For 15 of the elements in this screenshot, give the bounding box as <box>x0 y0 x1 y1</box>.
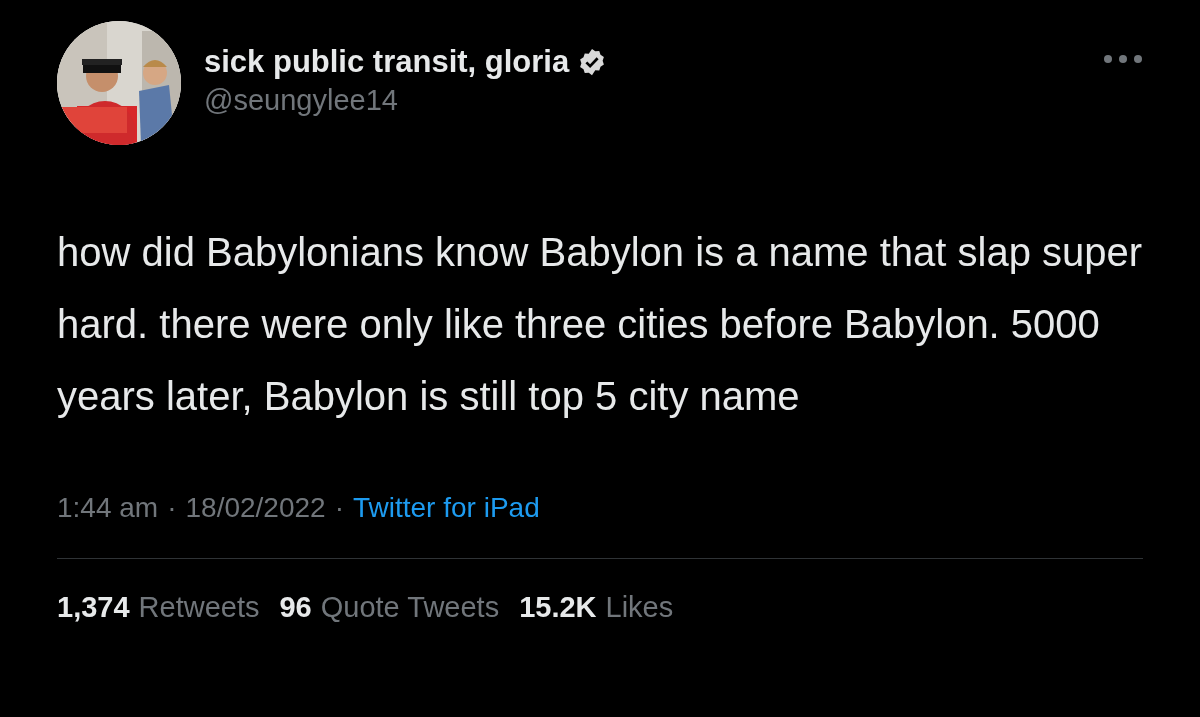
separator-dot: · <box>334 492 344 524</box>
more-options-icon[interactable] <box>1103 54 1143 64</box>
stat-count[interactable]: 96 <box>279 591 312 624</box>
stat-count[interactable]: 1,374 <box>57 591 130 624</box>
tweet-date[interactable]: 18/02/2022 <box>185 492 326 524</box>
stat-count[interactable]: 15.2K <box>519 591 597 624</box>
stat-label[interactable]: Retweets <box>138 591 260 624</box>
source-link[interactable]: Twitter for iPad <box>352 492 540 524</box>
display-name[interactable]: sick public transit, gloria <box>204 43 570 80</box>
tweet-time[interactable]: 1:44 am <box>57 492 159 524</box>
user-handle[interactable]: @seungylee14 <box>204 83 608 117</box>
tweet-text: how did Babylonians know Babylon is a name that slap super hard. there were only like three cities before Babylon. 5000 years later, Babylon is still top 5 city name <box>57 229 1144 420</box>
stat-label[interactable]: Quote Tweets <box>320 591 500 624</box>
stat-label[interactable]: Likes <box>605 591 674 624</box>
separator-dot: · <box>167 492 177 524</box>
